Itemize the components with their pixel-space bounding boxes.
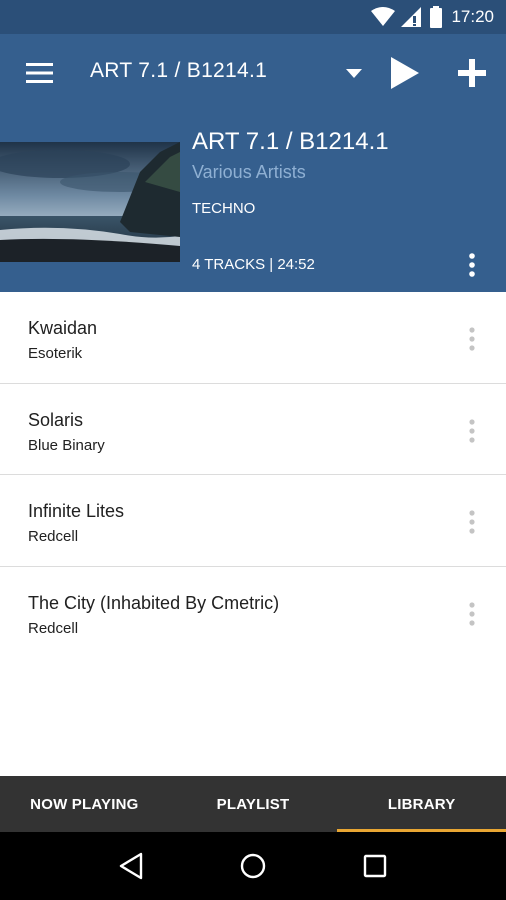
home-button[interactable] xyxy=(235,848,271,884)
track-artist: Blue Binary xyxy=(28,436,105,454)
battery-icon xyxy=(430,6,443,28)
track-title: Kwaidan xyxy=(28,318,98,338)
album-title: ART 7.1 / B1214.1 xyxy=(192,128,389,155)
app-bar: ART 7.1 / B1214.1 xyxy=(0,34,506,114)
album-track-summary: 4 TRACKS | 24:52 xyxy=(192,256,315,273)
album-genre: TECHNO xyxy=(192,200,256,217)
more-vert-icon[interactable] xyxy=(462,418,482,444)
tab-library[interactable]: LIBRARY xyxy=(337,776,506,832)
track-list: Kwaidan Esoterik Solaris Blue Binary Inf… xyxy=(0,292,506,658)
tab-playlist[interactable]: PLAYLIST xyxy=(169,776,338,832)
add-icon[interactable] xyxy=(458,59,486,87)
album-art-image xyxy=(0,142,180,262)
bottom-tab-bar: NOW PLAYING PLAYLIST LIBRARY xyxy=(0,776,506,832)
album-header: ART 7.1 / B1214.1 Various Artists TECHNO… xyxy=(0,114,506,292)
dropdown-icon[interactable] xyxy=(346,69,362,79)
track-artist: Redcell xyxy=(28,528,79,545)
track-title: The City (Inhabited By Cmetric) xyxy=(28,592,280,613)
track-row[interactable]: Kwaidan Esoterik xyxy=(0,292,506,384)
more-vert-icon[interactable] xyxy=(462,601,482,627)
app-title[interactable]: ART 7.1 / B1214.1 xyxy=(90,59,267,83)
more-vert-icon[interactable] xyxy=(462,252,482,278)
home-icon xyxy=(240,853,266,879)
wifi-icon xyxy=(371,7,396,26)
track-row[interactable]: Infinite Lites Redcell xyxy=(0,475,506,567)
status-clock: 17:20 xyxy=(451,7,494,26)
track-row[interactable]: The City (Inhabited By Cmetric) Redcell xyxy=(0,567,506,659)
track-title: Solaris xyxy=(28,409,84,430)
menu-icon[interactable] xyxy=(26,63,53,83)
status-icons xyxy=(371,6,443,28)
recents-button[interactable] xyxy=(357,848,393,884)
more-vert-icon[interactable] xyxy=(462,326,482,352)
track-row[interactable]: Solaris Blue Binary xyxy=(0,384,506,475)
status-bar: 17:20 xyxy=(0,0,506,34)
track-artist: Esoterik xyxy=(28,345,83,362)
back-icon xyxy=(119,852,143,880)
recents-icon xyxy=(363,854,387,878)
tab-now-playing[interactable]: NOW PLAYING xyxy=(0,776,169,832)
track-title: Infinite Lites xyxy=(28,501,125,521)
track-artist: Redcell xyxy=(28,619,79,637)
more-vert-icon[interactable] xyxy=(462,509,482,535)
system-nav-bar xyxy=(0,832,506,900)
back-button[interactable] xyxy=(113,848,149,884)
signal-icon xyxy=(401,7,422,27)
album-artist[interactable]: Various Artists xyxy=(192,162,306,183)
play-icon[interactable] xyxy=(391,57,419,89)
